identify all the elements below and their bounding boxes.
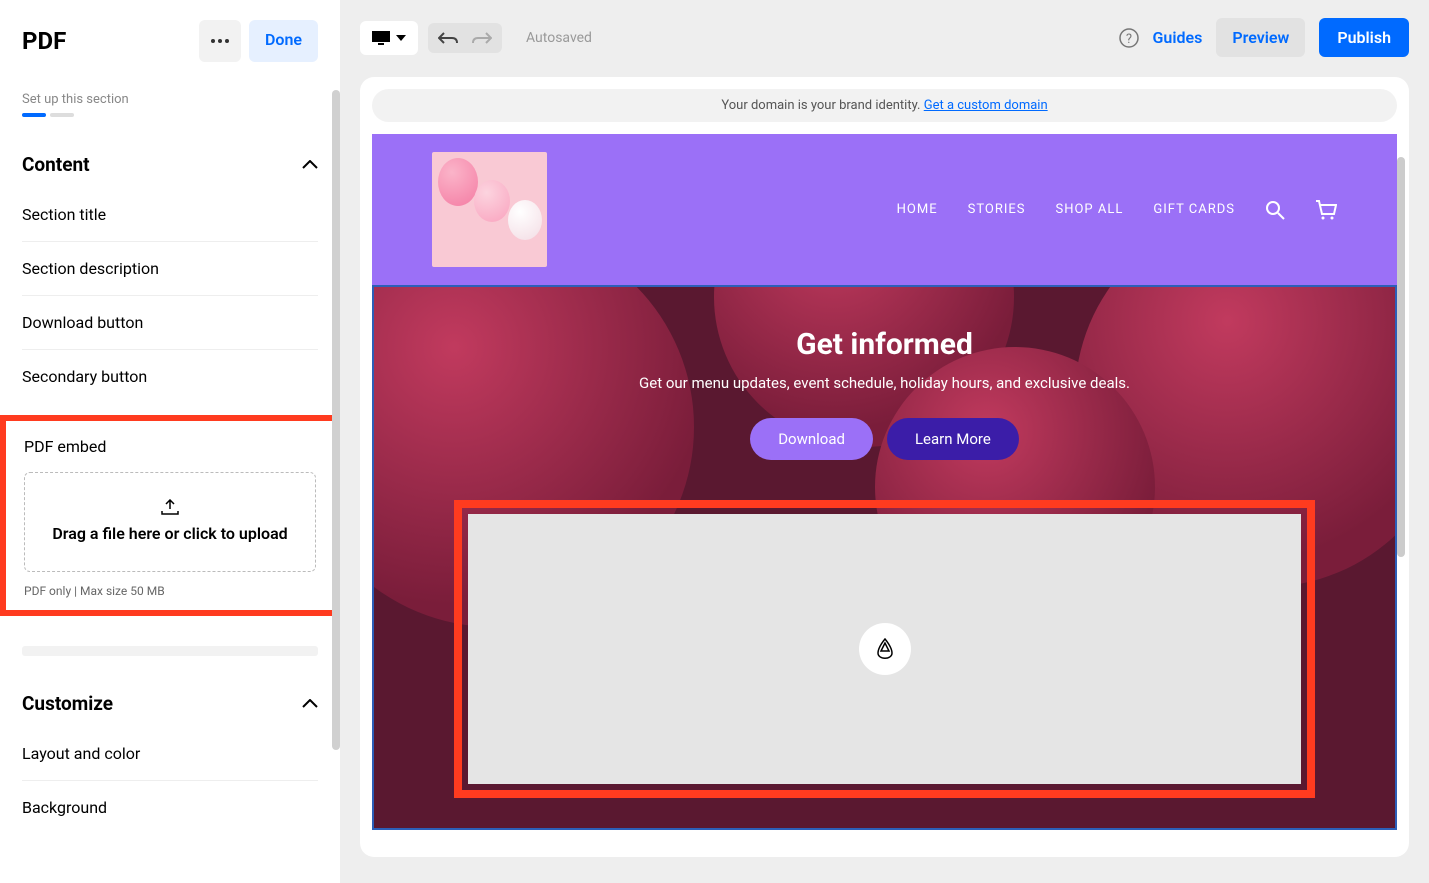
nav-shop-all[interactable]: SHOP ALL — [1056, 202, 1124, 217]
hero-subtitle: Get our menu updates, event schedule, ho… — [394, 374, 1375, 392]
pdf-embed-highlight: PDF embed Drag a file here or click to u… — [0, 415, 340, 616]
customize-group-title: Customize — [22, 692, 113, 715]
undo-redo-group — [428, 23, 502, 53]
content-item-section-title[interactable]: Section title — [22, 188, 318, 242]
preview-scrollbar[interactable] — [1397, 157, 1405, 557]
domain-banner-link[interactable]: Get a custom domain — [924, 98, 1048, 113]
site-logo[interactable] — [432, 152, 547, 267]
dropzone-text: Drag a file here or click to upload — [35, 523, 305, 545]
download-button[interactable]: Download — [750, 418, 873, 460]
undo-icon — [438, 31, 458, 45]
redo-icon — [472, 31, 492, 45]
learn-more-button[interactable]: Learn More — [887, 418, 1019, 460]
nav-gift-cards[interactable]: GIFT CARDS — [1153, 202, 1235, 217]
divider — [22, 646, 318, 656]
more-icon — [211, 39, 229, 43]
undo-button[interactable] — [438, 31, 458, 45]
done-button[interactable]: Done — [249, 20, 318, 62]
customize-item-background[interactable]: Background — [22, 781, 318, 834]
pdf-dropzone[interactable]: Drag a file here or click to upload — [24, 472, 316, 572]
search-icon — [1265, 200, 1285, 220]
pdf-placeholder[interactable] — [468, 514, 1301, 784]
autosaved-label: Autosaved — [526, 30, 592, 46]
content-group-header[interactable]: Content — [22, 147, 318, 188]
section-title: PDF — [22, 27, 66, 55]
nav-home[interactable]: HOME — [897, 202, 938, 217]
search-button[interactable] — [1265, 200, 1285, 220]
help-icon: ? — [1119, 28, 1139, 48]
chevron-up-icon — [302, 160, 318, 170]
desktop-icon — [372, 31, 390, 45]
more-button[interactable] — [199, 20, 241, 62]
cart-button[interactable] — [1315, 200, 1337, 220]
site-header: HOME STORIES SHOP ALL GIFT CARDS — [372, 134, 1397, 285]
pdf-hint: PDF only | Max size 50 MB — [24, 584, 316, 598]
caret-down-icon — [396, 35, 406, 41]
sidebar-scrollbar[interactable] — [332, 90, 340, 750]
sidebar-header: PDF Done — [22, 20, 318, 62]
cart-icon — [1315, 200, 1337, 220]
balloon-graphic — [438, 158, 478, 206]
sidebar: PDF Done Set up this section Content Sec… — [0, 0, 340, 883]
hero-section[interactable]: Get informed Get our menu updates, event… — [372, 285, 1397, 830]
canvas-area: Autosaved ? Guides Preview Publish Your … — [340, 0, 1429, 883]
upload-icon — [161, 499, 179, 515]
redo-button[interactable] — [472, 31, 492, 45]
publish-button[interactable]: Publish — [1319, 18, 1409, 57]
chevron-up-icon — [302, 699, 318, 709]
guides-link[interactable]: Guides — [1153, 28, 1203, 47]
hero-title: Get informed — [394, 327, 1375, 362]
content-item-download-button[interactable]: Download button — [22, 296, 318, 350]
pdf-embed-label: PDF embed — [24, 437, 316, 456]
customize-group-header[interactable]: Customize — [22, 686, 318, 727]
help-button[interactable]: ? — [1119, 28, 1139, 48]
nav-stories[interactable]: STORIES — [968, 202, 1026, 217]
balloon-graphic — [474, 180, 510, 222]
domain-banner-text: Your domain is your brand identity. — [721, 98, 923, 113]
progress-indicator — [22, 113, 318, 117]
pdf-icon-circle — [859, 623, 911, 675]
domain-banner: Your domain is your brand identity. Get … — [372, 89, 1397, 122]
content-group-title: Content — [22, 153, 90, 176]
svg-text:?: ? — [1125, 32, 1131, 47]
pdf-preview-highlight — [454, 500, 1315, 798]
preview-button[interactable]: Preview — [1216, 18, 1305, 57]
preview-frame: Your domain is your brand identity. Get … — [360, 77, 1409, 857]
pdf-icon — [873, 637, 897, 661]
site-nav: HOME STORIES SHOP ALL GIFT CARDS — [897, 200, 1337, 220]
content-item-secondary-button[interactable]: Secondary button — [22, 350, 318, 403]
toolbar: Autosaved ? Guides Preview Publish — [360, 18, 1409, 57]
balloon-graphic — [508, 200, 542, 240]
device-selector[interactable] — [360, 21, 418, 55]
setup-label: Set up this section — [22, 92, 318, 107]
content-item-section-description[interactable]: Section description — [22, 242, 318, 296]
customize-item-layout-color[interactable]: Layout and color — [22, 727, 318, 781]
